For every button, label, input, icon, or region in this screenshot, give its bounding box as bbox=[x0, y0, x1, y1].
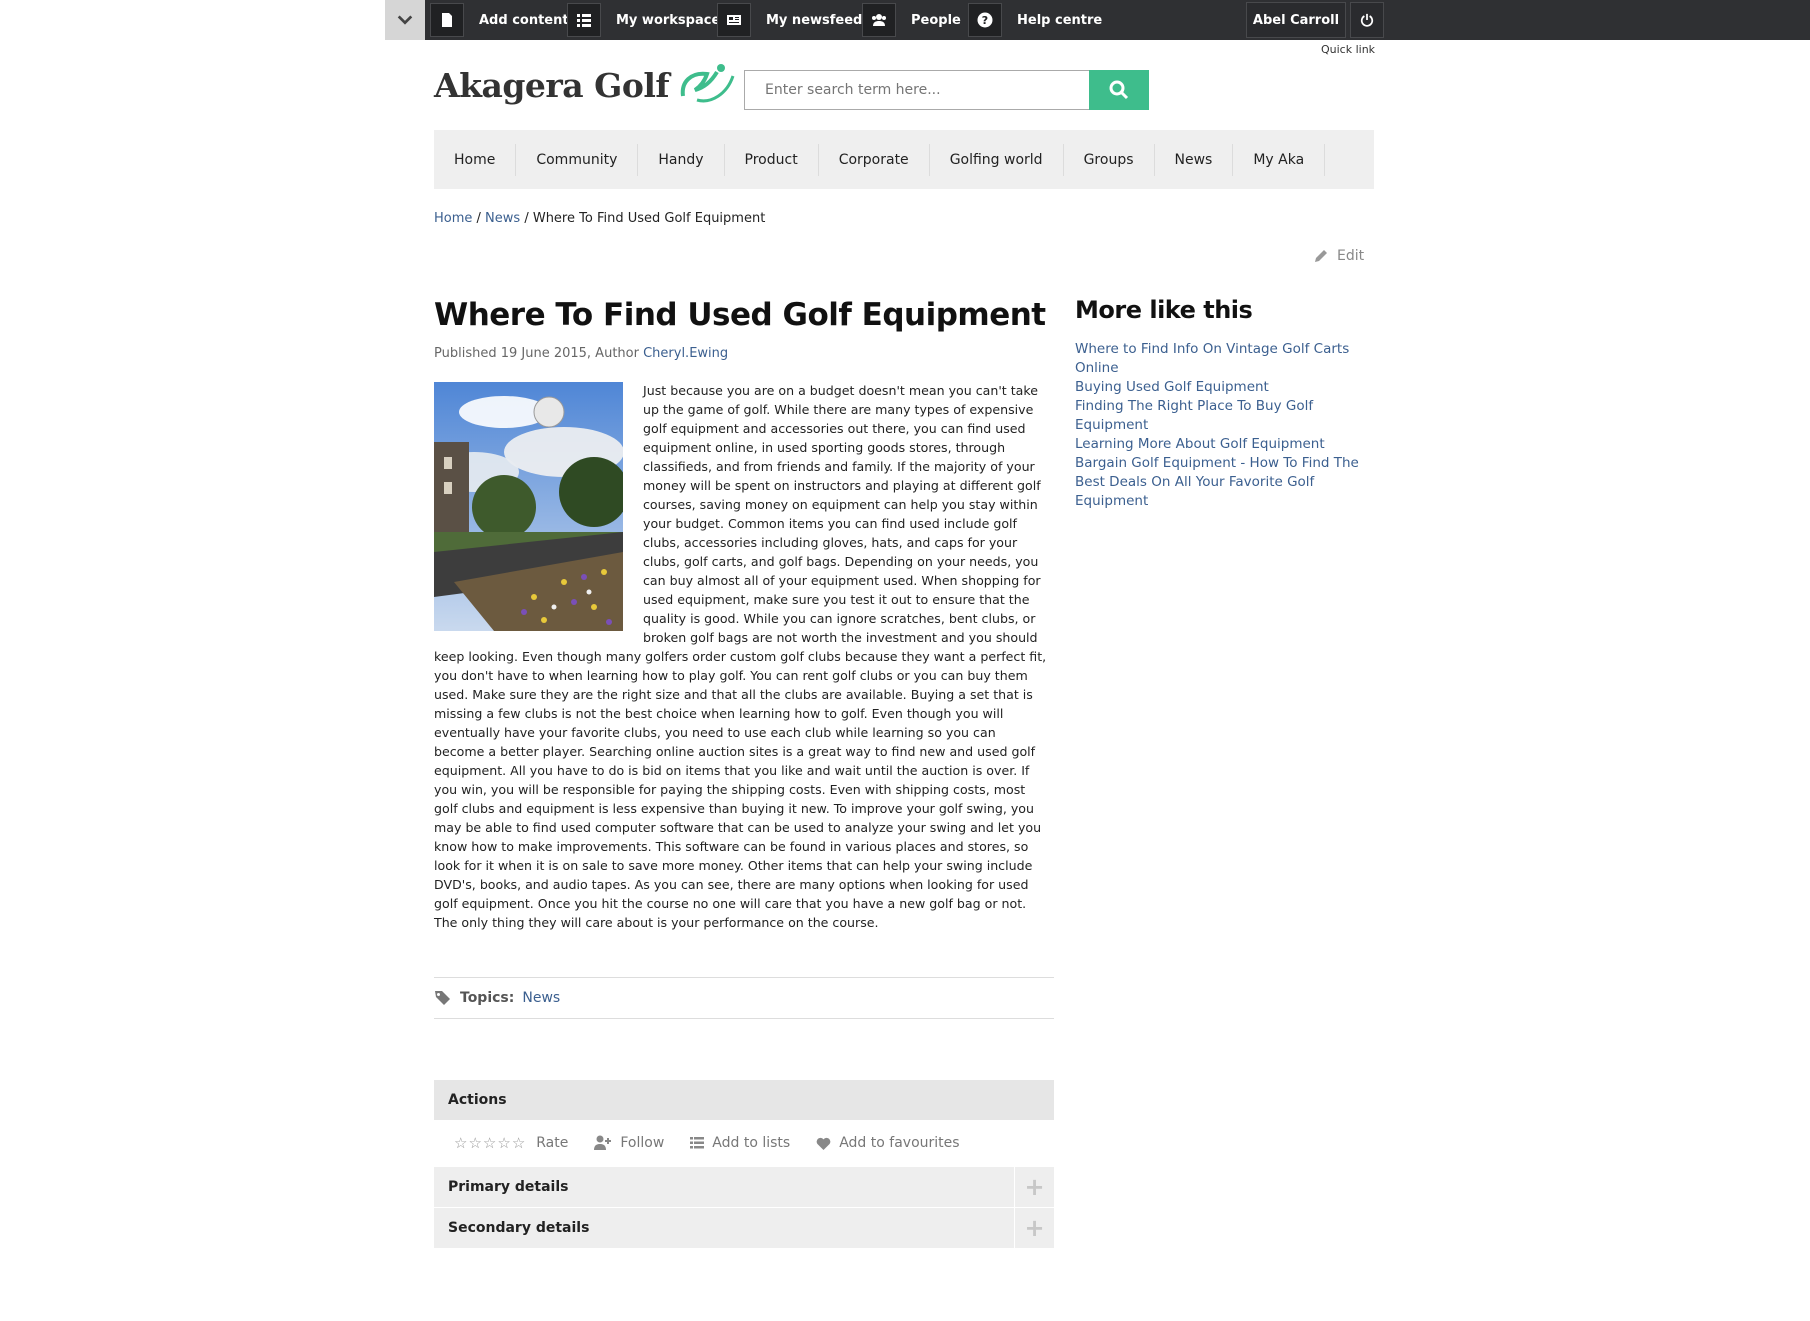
tags-icon bbox=[435, 991, 450, 1005]
nav-item-corporate[interactable]: Corporate bbox=[819, 143, 930, 176]
add-to-lists-button[interactable]: Add to lists bbox=[690, 1135, 790, 1151]
people-icon bbox=[862, 3, 896, 37]
nav-item-news[interactable]: News bbox=[1155, 143, 1234, 176]
admin-toolbar: Add content My workspace My newsfeed Peo… bbox=[0, 0, 1810, 40]
related-article-link[interactable]: Buying Used Golf Equipment bbox=[1075, 379, 1269, 395]
newspaper-icon bbox=[717, 3, 751, 37]
actions-row: ☆ ☆ ☆ ☆ ☆ Rate Follow Add to lists Add to fa… bbox=[454, 1134, 986, 1152]
primary-details-section[interactable]: Primary details + bbox=[434, 1167, 1054, 1207]
add-to-lists-label: Add to lists bbox=[712, 1135, 791, 1151]
related-article-link[interactable]: Finding The Right Place To Buy Golf Equi… bbox=[1075, 398, 1313, 433]
site-logo[interactable]: Akagera Golf bbox=[434, 62, 737, 108]
related-article-link[interactable]: Bargain Golf Equipment - How To Find The… bbox=[1075, 455, 1359, 509]
toolbar-toggle-button[interactable] bbox=[385, 0, 425, 40]
add-content-button[interactable]: Add content bbox=[430, 0, 569, 40]
list-item: Buying Used Golf Equipment bbox=[1075, 378, 1380, 397]
logout-button[interactable] bbox=[1350, 2, 1384, 38]
my-newsfeed-label: My newsfeed bbox=[766, 12, 863, 28]
main-navigation: Home Community Handy Product Corporate G… bbox=[434, 130, 1374, 189]
people-button[interactable]: People bbox=[862, 0, 961, 40]
list-item: Bargain Golf Equipment - How To Find The… bbox=[1075, 454, 1380, 511]
list-icon bbox=[690, 1137, 705, 1149]
user-plus-icon bbox=[594, 1135, 612, 1150]
quick-link[interactable]: Quick link bbox=[1321, 43, 1375, 56]
expand-primary-details-button[interactable]: + bbox=[1014, 1167, 1054, 1207]
related-article-link[interactable]: Learning More About Golf Equipment bbox=[1075, 436, 1325, 452]
nav-item-handy[interactable]: Handy bbox=[638, 143, 725, 176]
nav-item-community[interactable]: Community bbox=[516, 143, 639, 176]
actions-header: Actions bbox=[434, 1080, 1054, 1120]
breadcrumb-separator: / bbox=[472, 211, 486, 226]
expand-secondary-details-button[interactable]: + bbox=[1014, 1208, 1054, 1248]
breadcrumb-separator: / bbox=[520, 211, 533, 226]
people-label: People bbox=[911, 12, 961, 28]
published-text: Published 19 June 2015, Author bbox=[434, 346, 644, 361]
follow-button[interactable]: Follow bbox=[594, 1135, 664, 1151]
article-meta: Published 19 June 2015, Author Cheryl.Ew… bbox=[434, 346, 728, 361]
primary-details-label: Primary details bbox=[448, 1179, 569, 1195]
star-icon[interactable]: ☆ bbox=[497, 1134, 510, 1152]
rating-stars[interactable]: ☆ ☆ ☆ ☆ ☆ bbox=[454, 1134, 526, 1152]
related-articles-list: Where to Find Info On Vintage Golf Carts… bbox=[1075, 340, 1380, 511]
rate-button[interactable]: ☆ ☆ ☆ ☆ ☆ Rate bbox=[454, 1134, 568, 1152]
nav-item-golfing-world[interactable]: Golfing world bbox=[930, 143, 1064, 176]
list-item: Learning More About Golf Equipment bbox=[1075, 435, 1380, 454]
breadcrumb-home[interactable]: Home bbox=[434, 211, 472, 226]
add-to-favourites-label: Add to favourites bbox=[839, 1135, 960, 1151]
nav-item-home[interactable]: Home bbox=[434, 143, 517, 176]
follow-label: Follow bbox=[620, 1135, 665, 1151]
list-item: Where to Find Info On Vintage Golf Carts… bbox=[1075, 340, 1380, 378]
heart-icon bbox=[816, 1137, 831, 1150]
svg-text:?: ? bbox=[982, 14, 988, 27]
user-menu-button[interactable]: Abel Carroll bbox=[1246, 2, 1346, 38]
topics-label: Topics: bbox=[460, 990, 515, 1006]
star-icon[interactable]: ☆ bbox=[454, 1134, 467, 1152]
document-icon bbox=[430, 3, 464, 37]
breadcrumb-news[interactable]: News bbox=[485, 211, 520, 226]
chevron-down-icon bbox=[397, 15, 413, 25]
nav-item-product[interactable]: Product bbox=[725, 143, 819, 176]
more-like-this-title: More like this bbox=[1075, 296, 1253, 324]
related-article-link[interactable]: Where to Find Info On Vintage Golf Carts… bbox=[1075, 341, 1349, 376]
golfer-logo-icon bbox=[680, 64, 735, 103]
nav-item-my-aka[interactable]: My Aka bbox=[1233, 143, 1326, 176]
topics-bar: Topics: News bbox=[434, 977, 1054, 1019]
list-item: Finding The Right Place To Buy Golf Equi… bbox=[1075, 397, 1380, 435]
add-to-favourites-button[interactable]: Add to favourites bbox=[816, 1135, 960, 1151]
star-icon[interactable]: ☆ bbox=[468, 1134, 481, 1152]
question-icon: ? bbox=[968, 3, 1002, 37]
search-button[interactable] bbox=[1089, 70, 1149, 110]
search-input[interactable] bbox=[744, 70, 1090, 110]
breadcrumb: Home / News / Where To Find Used Golf Eq… bbox=[434, 211, 765, 226]
star-icon[interactable]: ☆ bbox=[483, 1134, 496, 1152]
rate-label: Rate bbox=[536, 1135, 569, 1151]
edit-button[interactable]: Edit bbox=[1313, 248, 1364, 264]
article-title: Where To Find Used Golf Equipment bbox=[434, 297, 1046, 333]
add-content-label: Add content bbox=[479, 12, 569, 28]
my-newsfeed-button[interactable]: My newsfeed bbox=[717, 0, 862, 40]
secondary-details-label: Secondary details bbox=[448, 1220, 590, 1236]
nav-item-groups[interactable]: Groups bbox=[1064, 143, 1155, 176]
edit-label: Edit bbox=[1337, 248, 1365, 264]
my-workspace-label: My workspace bbox=[616, 12, 721, 28]
my-workspace-button[interactable]: My workspace bbox=[567, 0, 720, 40]
help-centre-button[interactable]: ? Help centre bbox=[968, 0, 1102, 40]
breadcrumb-current: Where To Find Used Golf Equipment bbox=[532, 211, 766, 226]
star-icon[interactable]: ☆ bbox=[512, 1134, 525, 1152]
topic-link-news[interactable]: News bbox=[522, 990, 560, 1006]
search-icon bbox=[1109, 80, 1129, 100]
secondary-details-section[interactable]: Secondary details + bbox=[434, 1208, 1054, 1248]
article-image bbox=[434, 382, 623, 631]
pencil-icon bbox=[1315, 250, 1327, 262]
author-link[interactable]: Cheryl.Ewing bbox=[643, 346, 728, 361]
list-icon bbox=[567, 3, 601, 37]
power-icon bbox=[1360, 13, 1374, 27]
help-centre-label: Help centre bbox=[1017, 12, 1103, 28]
logo-text: Akagera Golf bbox=[434, 65, 670, 105]
